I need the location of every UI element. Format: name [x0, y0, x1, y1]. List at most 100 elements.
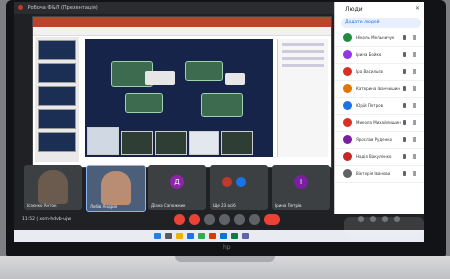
- participant-name: Ісаєнко Антон: [27, 203, 57, 208]
- pin-icon[interactable]: [403, 171, 406, 176]
- participant-avatar: [236, 177, 246, 187]
- powerpoint-icon[interactable]: [209, 233, 216, 239]
- participant-avatar: І: [294, 175, 308, 189]
- pin-icon[interactable]: [403, 86, 406, 91]
- slide-thumbnail[interactable]: [38, 109, 76, 129]
- excel-icon[interactable]: [231, 233, 238, 239]
- more-vert-icon[interactable]: [413, 86, 416, 91]
- laptop-bezel: Робоча Ф&Л (Презентація) Ісаєнко Антон Л…: [6, 0, 446, 256]
- raise-hand-icon[interactable]: [219, 214, 230, 225]
- current-slide: [85, 39, 273, 157]
- ribbon-bar: [33, 17, 331, 27]
- participant-name: Лобів Андрій: [90, 204, 118, 209]
- captions-icon[interactable]: [204, 214, 215, 225]
- participant-avatar: [343, 84, 352, 93]
- participant-video: [101, 171, 131, 205]
- participant-row[interactable]: Ірина Бойко: [335, 47, 424, 64]
- participant-name: Надія Вакуленко: [356, 154, 392, 159]
- participant-avatar: [343, 67, 352, 76]
- window-title: Робоча Ф&Л (Презентація): [27, 5, 98, 11]
- screen-glare: [344, 217, 424, 237]
- more-vert-icon[interactable]: [413, 52, 416, 57]
- participant-name: Іра Васильєв: [356, 69, 383, 74]
- start-icon[interactable]: [154, 233, 161, 239]
- participant-row[interactable]: Микола Михайлишин: [335, 115, 424, 132]
- participant-name: Вікторія Іванова: [356, 171, 391, 176]
- participant-row[interactable]: Іра Васильєв: [335, 64, 424, 81]
- lid-notch: [175, 256, 275, 262]
- participant-name: Микола Михайлишин: [356, 120, 401, 125]
- participant-tile[interactable]: Д Діана Сапожник: [148, 165, 206, 210]
- slide-thumbnails[interactable]: [35, 37, 79, 162]
- slide-heading-text: [91, 42, 267, 48]
- more-vert-icon[interactable]: [413, 171, 416, 176]
- add-people-button[interactable]: Додати людей: [341, 18, 421, 28]
- participant-name: Юрій Петров: [356, 103, 383, 108]
- pin-icon[interactable]: [403, 69, 406, 74]
- side-line: [282, 57, 324, 60]
- pin-icon[interactable]: [403, 137, 406, 142]
- participant-name: Ірина Бойко: [356, 52, 382, 57]
- slide-image: [189, 131, 219, 155]
- participant-row[interactable]: Катерина Іванчишин: [335, 81, 424, 98]
- more-vert-icon[interactable]: [413, 69, 416, 74]
- more-vert-icon[interactable]: [413, 35, 416, 40]
- pin-icon[interactable]: [403, 52, 406, 57]
- others-tile[interactable]: Ще 23 осіб: [210, 165, 268, 210]
- participant-avatar: [343, 169, 352, 178]
- camera-off-icon[interactable]: [189, 214, 200, 225]
- participant-row[interactable]: Надія Вакуленко: [335, 149, 424, 166]
- pin-icon[interactable]: [403, 103, 406, 108]
- more-vert-icon[interactable]: [413, 137, 416, 142]
- participant-tile[interactable]: І Ірина Петрів: [272, 165, 330, 210]
- participant-avatar: [343, 152, 352, 161]
- participant-row[interactable]: Юрій Петров: [335, 98, 424, 115]
- explorer-icon[interactable]: [176, 233, 183, 239]
- participant-name: Діана Сапожник: [151, 203, 186, 208]
- slide-thumbnail[interactable]: [38, 86, 76, 106]
- more-vert-icon[interactable]: [413, 103, 416, 108]
- participant-video: [38, 170, 68, 204]
- slide-image: [221, 131, 253, 155]
- present-icon[interactable]: [234, 214, 245, 225]
- participant-row[interactable]: Ярослав Руденко: [335, 132, 424, 149]
- slide-callout: [225, 73, 245, 85]
- search-icon[interactable]: [165, 233, 172, 239]
- close-icon[interactable]: ✕: [415, 5, 420, 12]
- participant-avatar: [343, 135, 352, 144]
- participant-tile[interactable]: Ісаєнко Антон: [24, 165, 82, 210]
- leave-call-button[interactable]: [264, 214, 280, 225]
- more-vert-icon[interactable]: [413, 120, 416, 125]
- slide-callout: [145, 71, 175, 85]
- edge-icon[interactable]: [187, 233, 194, 239]
- pin-icon[interactable]: [403, 35, 406, 40]
- panel-title: Люди: [345, 6, 363, 13]
- slide-box: [185, 61, 223, 81]
- participant-name: Ірина Петрів: [275, 203, 302, 208]
- teams-icon[interactable]: [242, 233, 249, 239]
- laptop-screen: Робоча Ф&Л (Презентація) Ісаєнко Антон Л…: [14, 2, 424, 242]
- slide-thumbnail[interactable]: [38, 63, 76, 83]
- participant-name: Ярослав Руденко: [356, 137, 393, 142]
- participant-name: Ніколь Мельничук: [356, 35, 395, 40]
- participant-row[interactable]: Ніколь Мельничук: [335, 30, 424, 47]
- people-list: Ніколь Мельничук Ірина Бойко Іра Васильєв К…: [335, 30, 424, 183]
- word-icon[interactable]: [220, 233, 227, 239]
- more-options-icon[interactable]: [249, 214, 260, 225]
- slide-box: [125, 93, 163, 113]
- mic-off-icon[interactable]: [174, 214, 185, 225]
- chrome-icon[interactable]: [198, 233, 205, 239]
- slide-thumbnail[interactable]: [38, 40, 76, 60]
- more-vert-icon[interactable]: [413, 154, 416, 159]
- meeting-info: 11:52 | xsm-hdvb-ujw: [22, 217, 71, 222]
- brand-logo: hp: [223, 244, 231, 251]
- slide-thumbnail[interactable]: [38, 132, 76, 152]
- participant-avatar: [343, 33, 352, 42]
- side-line: [282, 43, 324, 46]
- participant-row[interactable]: Вікторія Іванова: [335, 166, 424, 183]
- pin-icon[interactable]: [403, 120, 406, 125]
- people-panel: Люди ✕ Додати людей Ніколь Мельничук Ірин…: [334, 2, 424, 214]
- participant-tile[interactable]: Лобів Андрій: [86, 165, 146, 212]
- slide-box: [201, 93, 243, 117]
- pin-icon[interactable]: [403, 154, 406, 159]
